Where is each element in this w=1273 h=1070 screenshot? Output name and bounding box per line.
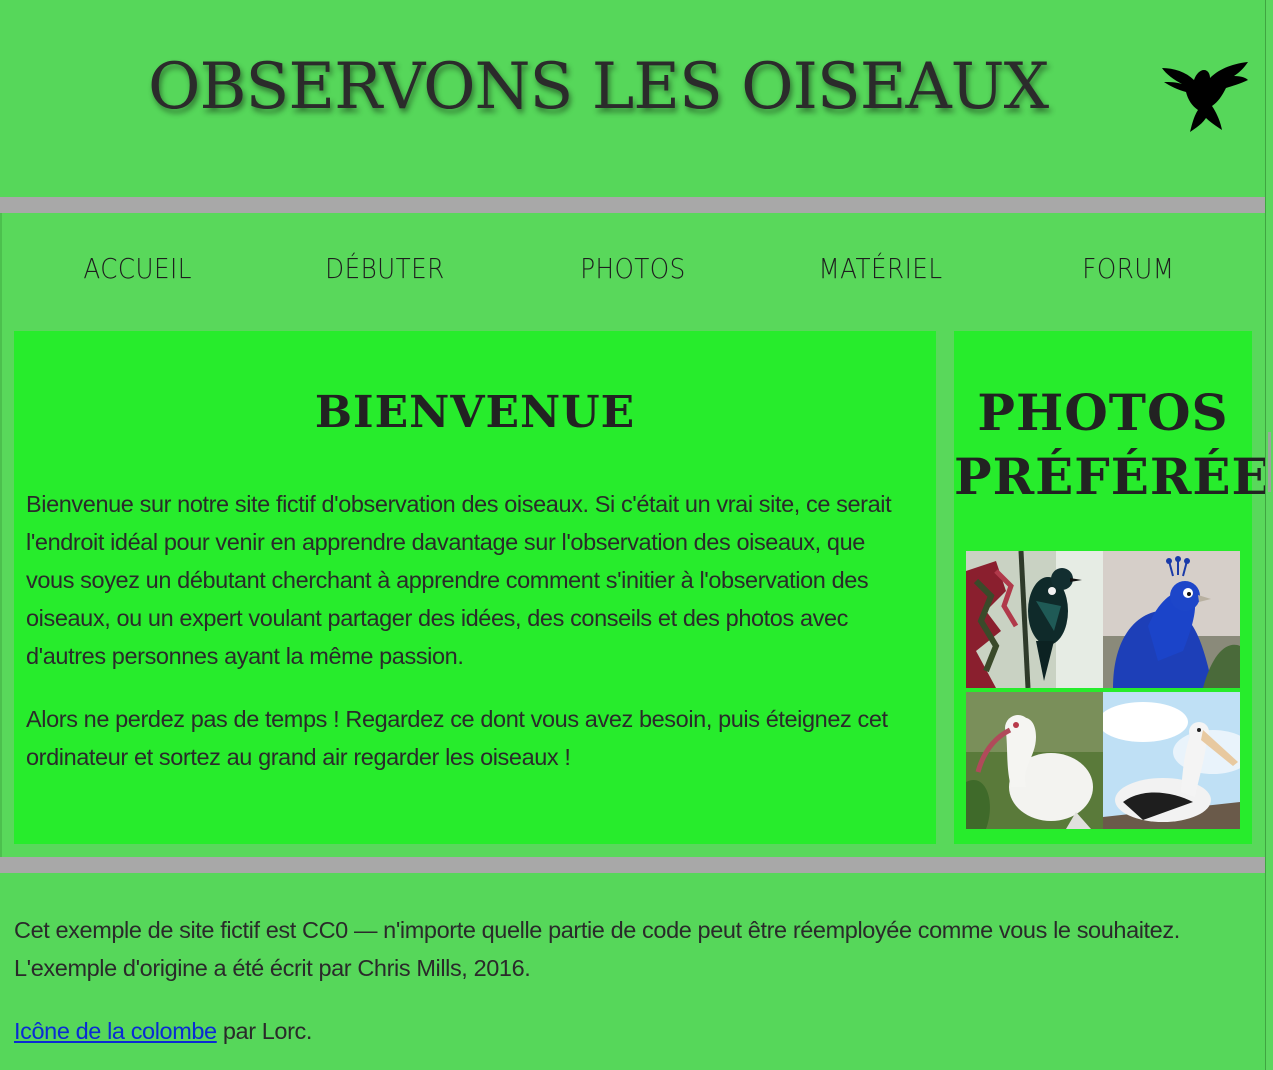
credit-suffix: par Lorc. [216,1018,313,1044]
nav-link-forum[interactable]: FORUM [1082,252,1174,285]
nav-link-accueil[interactable]: ACCUEIL [84,252,193,285]
favorites-heading: Photos préférées [954,383,1273,506]
welcome-heading: Bienvenue [314,387,636,438]
nav-item-debuter: DÉBUTER [262,213,510,323]
ibis-photo[interactable] [966,692,1103,829]
site-footer: Cet exemple de site fictif est CC0 — n'i… [0,873,1265,1070]
nav-link-materiel[interactable]: MATÉRIEL [819,252,943,285]
nav-item-accueil: ACCUEIL [14,213,262,323]
nav-link-photos[interactable]: PHOTOS [580,252,686,285]
favorite-photos-panel: Photos préférées [954,331,1273,844]
nav-item-materiel: MATÉRIEL [757,213,1005,323]
nav-item-forum: FORUM [1004,213,1252,323]
pelican-photo[interactable] [1103,692,1240,829]
main-nav: ACCUEIL DÉBUTER PHOTOS MATÉRIEL FORUM [14,213,1252,323]
welcome-paragraph: Bienvenue sur notre site fictif d'observ… [26,491,892,669]
nav-link-debuter[interactable]: DÉBUTER [326,252,446,285]
tui-photo[interactable] [966,551,1103,688]
dove-icon [1162,62,1248,132]
footer-separator [0,857,1265,873]
welcome-section: Bienvenue Bienvenue sur notre site ficti… [14,331,936,844]
scrollbar-thumb[interactable] [1268,432,1271,492]
photo-grid [966,551,1240,829]
license-text: Cet exemple de site fictif est CC0 — n'i… [14,917,1180,981]
peacock-photo[interactable] [1103,551,1240,688]
nav-item-photos: PHOTOS [509,213,757,323]
credit-line: Icône de la colombe par Lorc. [14,1012,1254,1050]
scrollbar[interactable] [1265,0,1273,1070]
site-title: Observons les oiseaux [148,50,1049,124]
welcome-paragraph: Alors ne perdez pas de temps ! Regardez … [26,706,888,770]
dove-icon-credit-link[interactable]: Icône de la colombe [14,1018,217,1044]
header-separator [0,197,1265,213]
site-header: Observons les oiseaux [0,0,1265,197]
